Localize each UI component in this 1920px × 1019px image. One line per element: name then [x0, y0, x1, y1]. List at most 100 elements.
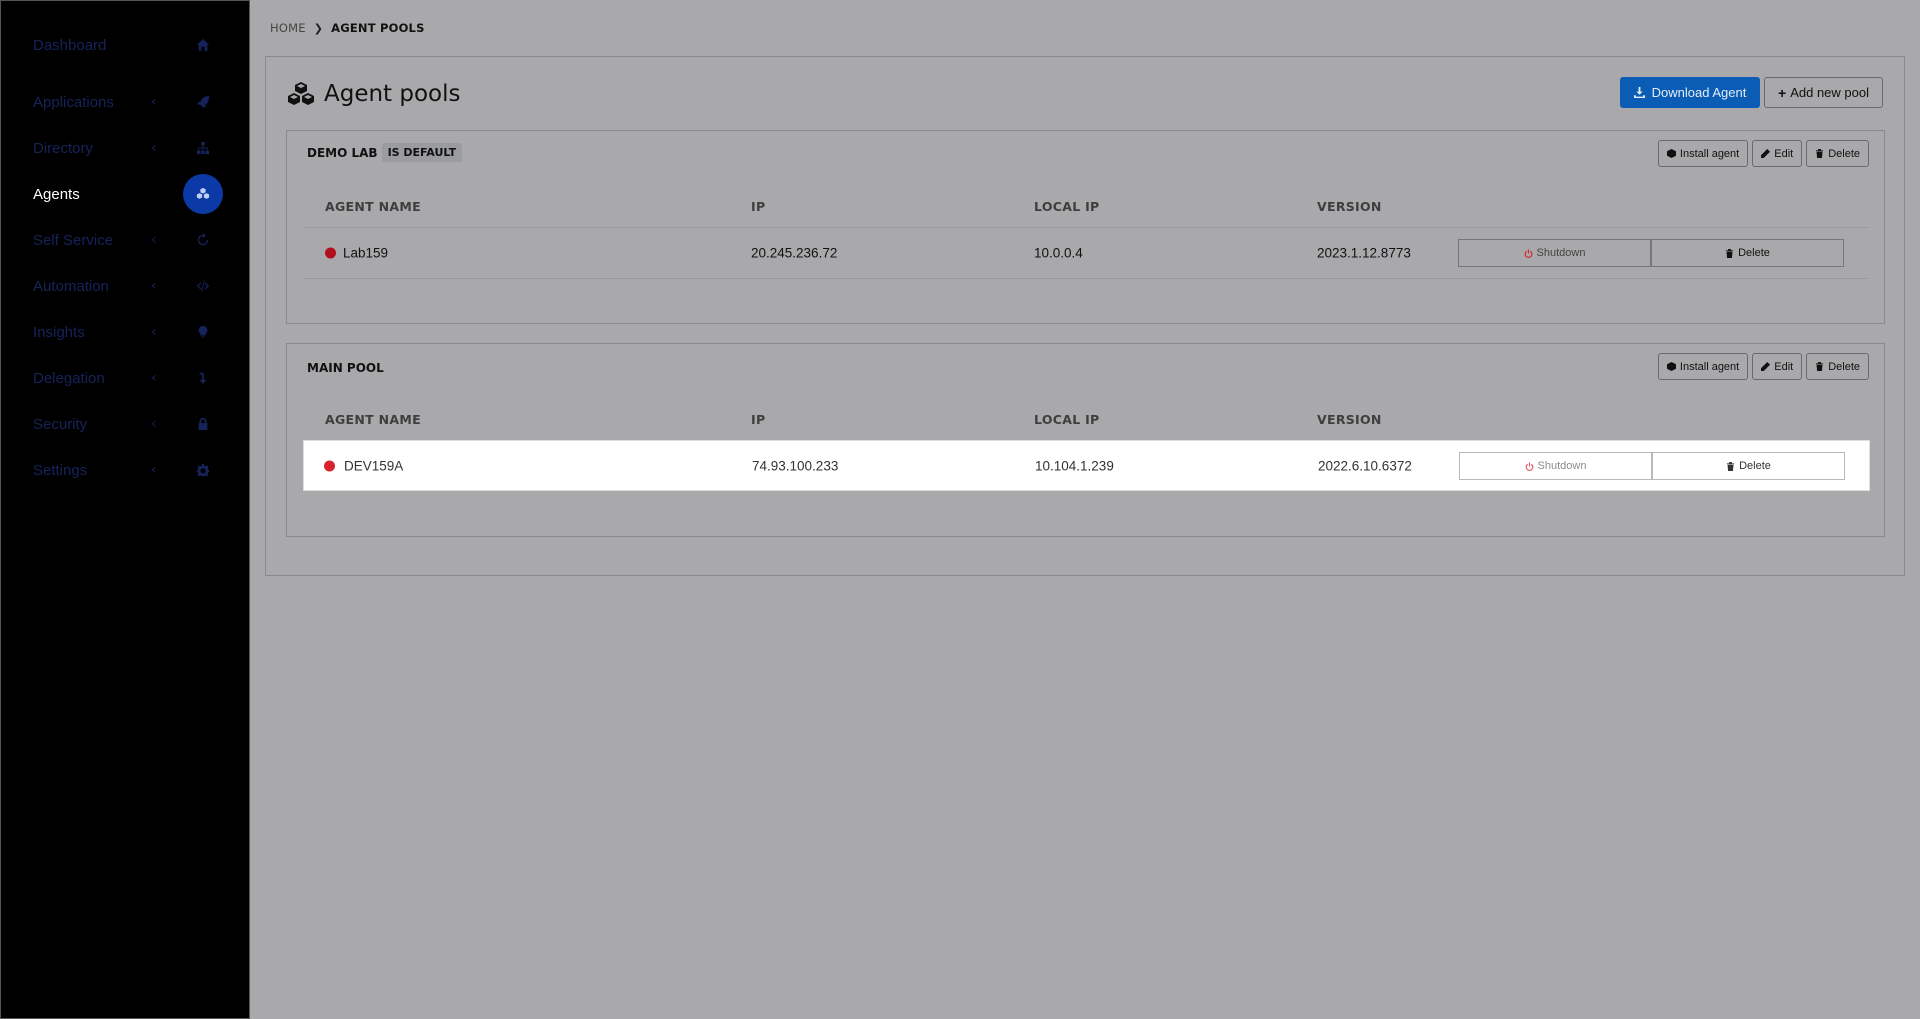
- sidebar-item-delegation[interactable]: Delegation ‹: [1, 355, 251, 401]
- sidebar-item-insights[interactable]: Insights ‹: [1, 309, 251, 355]
- chevron-left-icon: ‹: [151, 232, 157, 248]
- agent-version: 2022.6.10.6372: [1318, 458, 1412, 473]
- pencil-icon: [1761, 149, 1771, 158]
- home-icon: [183, 25, 223, 65]
- chevron-left-icon: ‹: [151, 140, 157, 156]
- delete-label: Delete: [1738, 247, 1770, 259]
- gear-icon: [183, 450, 223, 490]
- install-agent-button[interactable]: Install agent: [1657, 353, 1749, 380]
- header-agent-name: AGENT NAME: [325, 412, 421, 427]
- trash-icon: [1816, 149, 1824, 158]
- edit-label: Edit: [1774, 147, 1794, 160]
- shutdown-button[interactable]: Shutdown: [1458, 239, 1651, 267]
- shutdown-label: Shutdown: [1537, 460, 1587, 472]
- download-agent-button[interactable]: Download Agent: [1620, 77, 1760, 108]
- edit-label: Edit: [1774, 360, 1794, 373]
- refresh-icon: [183, 220, 223, 260]
- delete-agent-button[interactable]: Delete: [1652, 452, 1845, 480]
- delete-agent-button[interactable]: Delete: [1651, 239, 1844, 267]
- sidebar-item-directory[interactable]: Directory ‹: [1, 125, 251, 171]
- status-dot-offline: [324, 460, 335, 471]
- trash-icon: [1726, 461, 1735, 471]
- table-row: DEV159A 74.93.100.233 10.104.1.239 2022.…: [303, 440, 1870, 491]
- power-icon: [1525, 461, 1533, 471]
- agents-icon: [183, 174, 223, 214]
- shutdown-button[interactable]: Shutdown: [1459, 452, 1652, 480]
- sidebar-item-label: Dashboard: [33, 36, 107, 54]
- agent-local-ip: 10.0.0.4: [1034, 245, 1083, 261]
- sitemap-icon: [183, 128, 223, 168]
- sidebar-item-agents[interactable]: Agents: [1, 171, 251, 217]
- sidebar-item-label: Settings: [33, 461, 88, 479]
- page-title-text: Agent pools: [324, 81, 461, 107]
- pool-name-text: MAIN POOL: [307, 361, 384, 375]
- lock-icon: [183, 404, 223, 444]
- code-icon: [183, 266, 223, 306]
- sidebar: Dashboard Applications ‹ Directory ‹ Age…: [0, 0, 250, 1019]
- main-content: HOME ❯ AGENT POOLS Agent pools Download …: [250, 0, 1920, 1019]
- breadcrumb-home-link[interactable]: HOME: [270, 21, 306, 35]
- plus-icon: +: [1778, 84, 1787, 101]
- delete-label: Delete: [1828, 360, 1860, 373]
- sidebar-item-self-service[interactable]: Self Service ‹: [1, 217, 251, 263]
- power-icon: [1524, 248, 1532, 258]
- pool-name: MAIN POOL: [307, 361, 384, 375]
- download-agent-label: Download Agent: [1651, 85, 1747, 100]
- sidebar-item-settings[interactable]: Settings ‹: [1, 447, 251, 493]
- sidebar-item-label: Self Service: [33, 231, 114, 249]
- delete-pool-button[interactable]: Delete: [1806, 353, 1869, 380]
- trash-icon: [1816, 362, 1824, 371]
- sidebar-item-label: Insights: [33, 323, 85, 341]
- add-new-pool-button[interactable]: + Add new pool: [1764, 77, 1883, 108]
- sidebar-item-applications[interactable]: Applications ‹: [1, 79, 251, 125]
- install-agent-label: Install agent: [1679, 360, 1740, 373]
- delete-label: Delete: [1828, 147, 1860, 160]
- chevron-left-icon: ‹: [151, 324, 157, 340]
- sidebar-item-security[interactable]: Security ‹: [1, 401, 251, 447]
- chevron-left-icon: ‹: [151, 94, 157, 110]
- delete-pool-button[interactable]: Delete: [1806, 140, 1869, 167]
- delete-label: Delete: [1739, 460, 1771, 472]
- pool-actions: Install agent Edit Delete: [1657, 353, 1869, 380]
- pencil-icon: [1761, 362, 1771, 371]
- chevron-left-icon: ‹: [151, 416, 157, 432]
- pool-name-text: DEMO LAB: [307, 145, 378, 160]
- install-agent-button[interactable]: Install agent: [1657, 140, 1749, 167]
- pool-actions: Install agent Edit Delete: [1657, 140, 1869, 167]
- agent-name: DEV159A: [344, 458, 404, 473]
- lightbulb-icon: [183, 312, 223, 352]
- edit-pool-button[interactable]: Edit: [1752, 353, 1803, 380]
- sidebar-item-label: Agents: [33, 185, 80, 203]
- trash-icon: [1725, 248, 1734, 258]
- rocket-icon: [183, 82, 223, 122]
- sidebar-item-label: Delegation: [33, 369, 105, 387]
- pool-card-demo-lab: DEMO LAB IS DEFAULT Install agent Edit D…: [286, 130, 1885, 324]
- header-local-ip: LOCAL IP: [1034, 199, 1100, 214]
- pool-card-main-pool: MAIN POOL Install agent Edit Delete AGEN…: [286, 343, 1885, 537]
- header-version: VERSION: [1317, 412, 1382, 427]
- sidebar-item-dashboard[interactable]: Dashboard: [1, 22, 251, 68]
- sidebar-item-automation[interactable]: Automation ‹: [1, 263, 251, 309]
- add-new-pool-label: Add new pool: [1790, 85, 1869, 100]
- sidebar-item-label: Automation: [33, 277, 109, 295]
- edit-pool-button[interactable]: Edit: [1752, 140, 1803, 167]
- shutdown-label: Shutdown: [1536, 247, 1586, 259]
- agent-version: 2023.1.12.8773: [1317, 245, 1411, 261]
- header-ip: IP: [751, 199, 766, 214]
- cube-icon: [1666, 149, 1676, 158]
- install-agent-label: Install agent: [1679, 147, 1740, 160]
- agent-pools-card: Agent pools Download Agent + Add new poo…: [265, 56, 1905, 576]
- sidebar-item-label: Directory: [33, 139, 94, 157]
- status-dot-offline: [325, 247, 336, 259]
- header-local-ip: LOCAL IP: [1034, 412, 1100, 427]
- breadcrumb-current: AGENT POOLS: [331, 21, 425, 35]
- agent-local-ip: 10.104.1.239: [1035, 458, 1114, 473]
- header-agent-name: AGENT NAME: [325, 199, 421, 214]
- cubes-icon: [288, 82, 314, 105]
- pool-name: DEMO LAB IS DEFAULT: [307, 143, 463, 162]
- cube-icon: [1666, 362, 1676, 371]
- agent-ip: 74.93.100.233: [752, 458, 839, 473]
- page-title: Agent pools: [286, 81, 461, 107]
- sidebar-item-label: Security: [33, 415, 88, 433]
- header-version: VERSION: [1317, 199, 1382, 214]
